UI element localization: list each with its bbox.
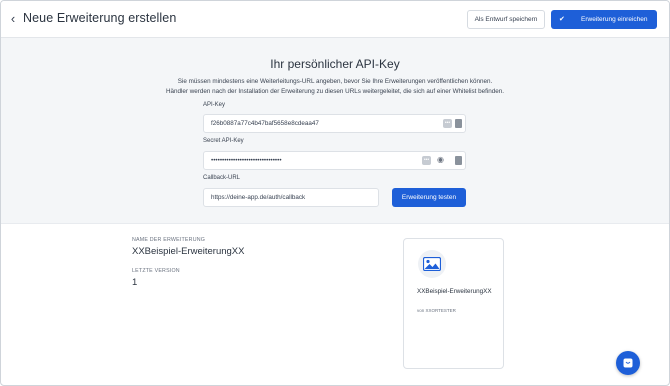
preview-icon-container	[418, 250, 446, 278]
image-icon	[423, 257, 441, 271]
checkmark-icon: ✔	[559, 16, 565, 23]
save-draft-button[interactable]: Als Entwurf speichern	[467, 10, 545, 29]
preview-author: von XXORTESTER	[417, 308, 456, 313]
more-dots-icon[interactable]: •••	[422, 156, 431, 165]
app-window: ‹ Neue Erweiterung erstellen Als Entwurf…	[0, 0, 670, 386]
callback-url-label: Callback-URL	[203, 175, 241, 181]
secret-key-field[interactable]: •••••••••••••••••••••••••••••••• ••• ◉	[203, 151, 466, 170]
page-title: Neue Erweiterung erstellen	[23, 11, 177, 25]
extension-name-label: NAME DER ERWEITERUNG	[132, 237, 206, 243]
latest-version-value: 1	[132, 277, 138, 288]
secret-key-value: ••••••••••••••••••••••••••••••••	[211, 157, 282, 164]
eye-icon[interactable]: ◉	[436, 155, 445, 164]
api-section-description: Sie müssen mindestens eine Weiterleitung…	[1, 77, 669, 97]
latest-version-label: LETZTE VERSION	[132, 268, 180, 274]
extension-preview-card: XXBeispiel-ErweiterungXX von XXORTESTER	[403, 238, 504, 369]
api-section-title: Ihr persönlicher API-Key	[270, 57, 400, 71]
callback-url-value: https://deine-app.de/auth/callback	[211, 194, 306, 201]
support-button[interactable]	[616, 351, 640, 375]
top-header: ‹ Neue Erweiterung erstellen Als Entwurf…	[1, 1, 669, 38]
chevron-left-icon[interactable]: ‹	[7, 11, 19, 27]
test-extension-button[interactable]: Erweiterung testen	[392, 188, 466, 207]
copy-icon[interactable]	[453, 119, 462, 128]
preview-extension-name: XXBeispiel-ErweiterungXX	[417, 288, 492, 295]
submit-extension-label: Erweiterung einreichen	[581, 16, 648, 23]
extension-name-value: XXBeispiel-ErweiterungXX	[132, 246, 245, 257]
api-key-value: f26b0887a77c4b47baf5658e8cdeaa47	[211, 120, 319, 127]
api-key-label: API-Key	[203, 102, 226, 108]
api-key-field[interactable]: f26b0887a77c4b47baf5658e8cdeaa47 •••	[203, 114, 466, 133]
copy-icon[interactable]	[453, 156, 462, 165]
description-line-2: Händler werden nach der Installation der…	[165, 88, 505, 95]
description-line-1: Sie müssen mindestens eine Weiterleitung…	[177, 78, 493, 85]
more-dots-icon[interactable]: •••	[443, 119, 452, 128]
callback-url-input[interactable]: https://deine-app.de/auth/callback	[203, 188, 379, 207]
secret-key-label: Secret API-Key	[203, 138, 244, 144]
api-key-section: Ihr persönlicher API-Key Sie müssen mind…	[1, 38, 669, 224]
submit-extension-button[interactable]: ✔ Erweiterung einreichen	[551, 10, 657, 29]
support-icon	[623, 358, 633, 368]
